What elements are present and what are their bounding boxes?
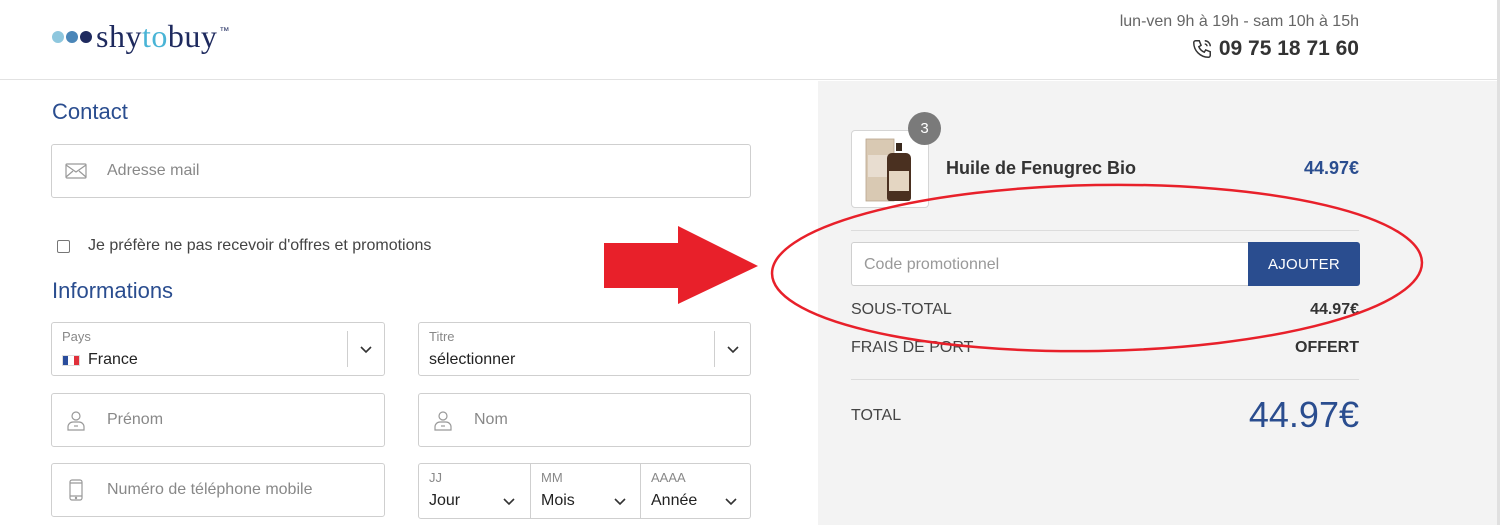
product-name: Huile de Fenugrec Bio — [946, 158, 1137, 178]
birth-day-value: Jour — [429, 492, 461, 509]
optout-checkbox[interactable] — [57, 239, 70, 253]
birth-day-label: JJ — [429, 470, 442, 485]
divider — [851, 230, 1359, 231]
civility-value: sélectionner — [429, 351, 516, 368]
chevron-down-icon — [614, 498, 626, 506]
promo-code-input[interactable]: Code promotionnel — [851, 242, 1249, 286]
phone-icon — [1192, 40, 1211, 58]
mobile-phone-field[interactable]: Numéro de téléphone mobile — [51, 463, 385, 517]
logo-dots-icon — [52, 30, 94, 43]
email-field[interactable]: Adresse mail — [51, 144, 751, 198]
envelope-icon — [65, 163, 87, 179]
chevron-down-icon — [360, 346, 372, 354]
add-promo-button[interactable]: AJOUTER — [1248, 242, 1360, 286]
france-flag-icon — [62, 354, 80, 366]
opening-hours: lun-ven 9h à 19h - sam 10h à 15h — [1119, 13, 1359, 30]
logo-trademark: ™ — [219, 26, 230, 37]
birth-month-select[interactable]: MM Mois — [531, 464, 640, 518]
quantity-badge: 3 — [908, 112, 941, 145]
birth-year-label: AAAA — [651, 470, 686, 485]
order-summary-panel: 3 Huile de Fenugrec Bio 44.97€ Code prom… — [818, 81, 1500, 525]
lastname-field[interactable]: Nom — [418, 393, 751, 447]
total-label: TOTAL — [851, 407, 902, 424]
firstname-placeholder: Prénom — [107, 411, 164, 428]
user-icon — [67, 411, 85, 431]
chevron-down-icon — [725, 498, 737, 506]
logo-wordmark: shytobuy — [96, 18, 218, 54]
optout-label: Je préfère ne pas recevoir d'offres et p… — [88, 237, 432, 254]
site-header: shytobuy ™ lun-ven 9h à 19h - sam 10h à … — [0, 0, 1500, 80]
divider — [851, 379, 1359, 380]
contact-title: Contact — [52, 99, 128, 124]
optout-row[interactable]: Je préfère ne pas recevoir d'offres et p… — [57, 237, 431, 255]
country-label: Pays — [62, 329, 91, 344]
email-placeholder: Adresse mail — [107, 162, 200, 179]
product-price: 44.97€ — [1303, 158, 1359, 178]
civility-label: Titre — [429, 329, 455, 344]
chevron-down-icon — [503, 498, 515, 506]
shipping-label: FRAIS DE PORT — [851, 339, 974, 356]
shipping-value: OFFERT — [1295, 339, 1359, 356]
country-value: France — [62, 351, 138, 369]
civility-select[interactable]: Titre sélectionner — [418, 322, 751, 376]
shytobuy-logo[interactable]: shytobuy ™ — [52, 18, 229, 55]
birthdate-group: JJ Jour MM Mois AAAA Année — [418, 463, 751, 519]
promo-code-placeholder: Code promotionnel — [864, 256, 1000, 273]
user-icon — [434, 411, 452, 431]
mobile-phone-icon — [69, 479, 83, 501]
birth-day-select[interactable]: JJ Jour — [419, 464, 530, 518]
birth-year-select[interactable]: AAAA Année — [641, 464, 752, 518]
birth-month-label: MM — [541, 470, 563, 485]
mobile-phone-placeholder: Numéro de téléphone mobile — [107, 481, 313, 498]
birth-month-value: Mois — [541, 492, 575, 509]
total-value: 44.97€ — [1248, 394, 1359, 435]
red-arrow-icon — [604, 226, 758, 304]
subtotal-label: SOUS-TOTAL — [851, 301, 952, 318]
phone-number-text: 09 75 18 71 60 — [1218, 37, 1359, 60]
phone-number[interactable]: 09 75 18 71 60 — [1191, 37, 1359, 61]
subtotal-value: 44.97€ — [1310, 301, 1359, 318]
informations-title: Informations — [52, 278, 174, 303]
country-select[interactable]: Pays France — [51, 322, 385, 376]
lastname-placeholder: Nom — [474, 411, 508, 428]
firstname-field[interactable]: Prénom — [51, 393, 385, 447]
birth-year-value: Année — [651, 492, 698, 509]
chevron-down-icon — [727, 346, 739, 354]
